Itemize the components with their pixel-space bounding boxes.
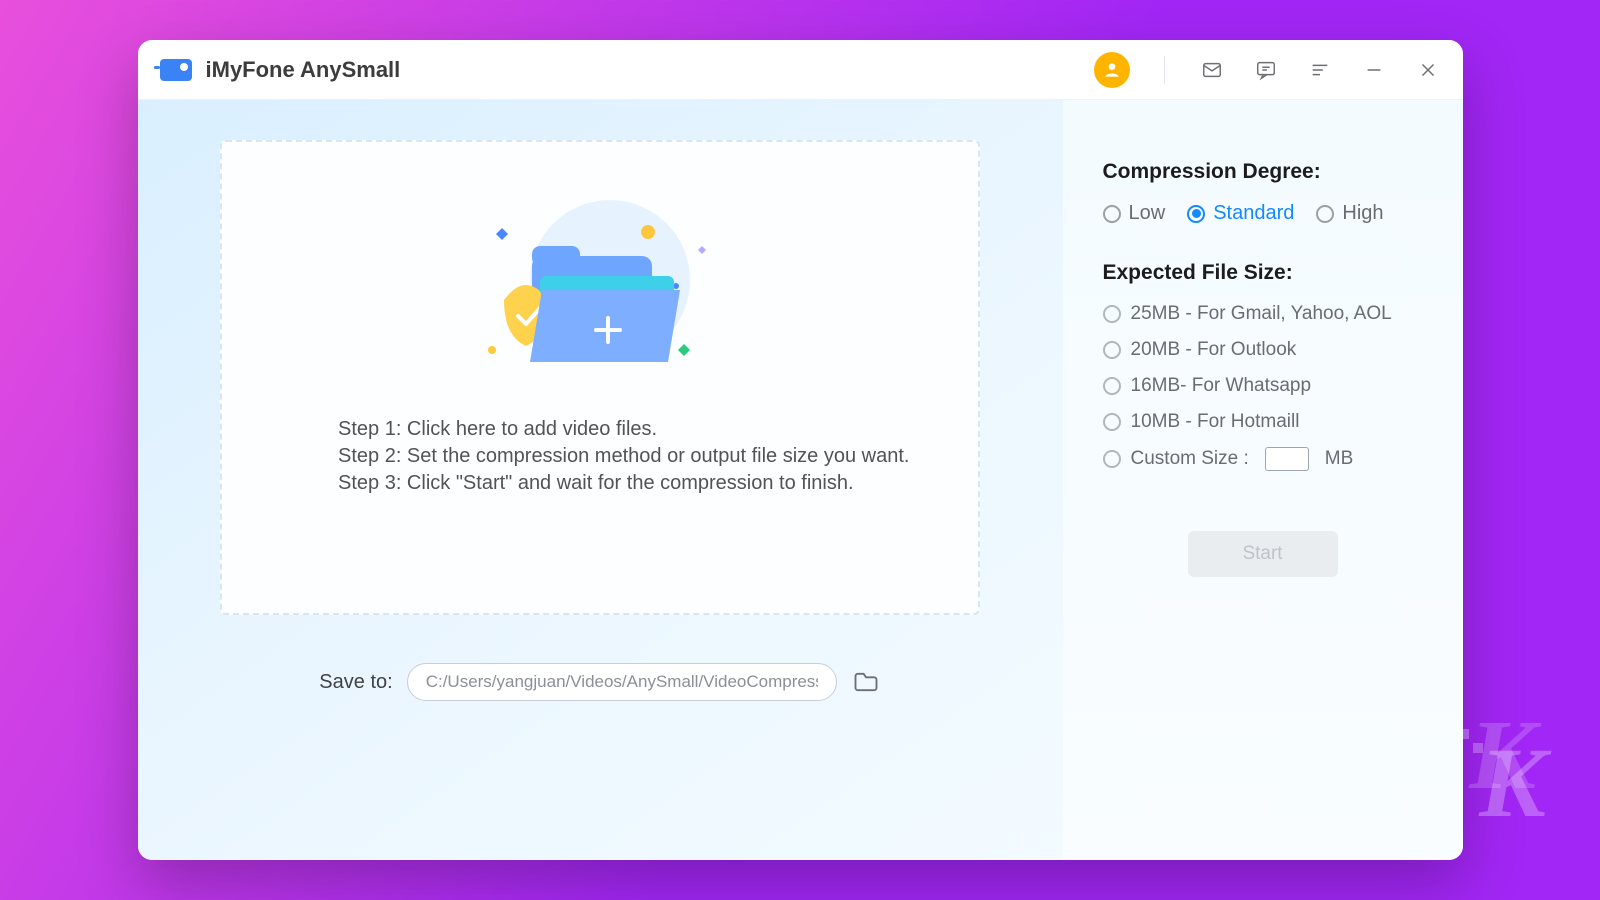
radio-label: Standard <box>1213 202 1294 225</box>
custom-size-prefix: Custom Size : <box>1131 448 1249 470</box>
save-to-label: Save to: <box>319 671 392 694</box>
feedback-icon[interactable] <box>1253 57 1279 83</box>
save-path-input[interactable] <box>407 663 837 701</box>
folder-illustration-icon <box>470 190 730 380</box>
titlebar-separator <box>1164 56 1165 84</box>
mail-icon[interactable] <box>1199 57 1225 83</box>
step-1-text: Step 1: Click here to add video files. <box>338 418 909 441</box>
file-size-option-20mb[interactable]: 20MB - For Outlook <box>1103 339 1423 361</box>
radio-icon <box>1316 205 1334 223</box>
radio-icon <box>1103 377 1121 395</box>
file-size-option-25mb[interactable]: 25MB - For Gmail, Yahoo, AOL <box>1103 303 1423 325</box>
custom-size-input[interactable] <box>1265 447 1309 471</box>
file-size-options: 25MB - For Gmail, Yahoo, AOL 20MB - For … <box>1103 303 1423 471</box>
settings-sidebar: Compression Degree: Low Standard High Ex… <box>1063 100 1463 860</box>
step-2-text: Step 2: Set the compression method or ou… <box>338 445 909 468</box>
file-size-option-10mb[interactable]: 10MB - For Hotmaill <box>1103 411 1423 433</box>
radio-icon <box>1103 413 1121 431</box>
expected-file-size-heading: Expected File Size: <box>1103 261 1423 285</box>
compression-option-low[interactable]: Low <box>1103 202 1166 225</box>
radio-label: 16MB- For Whatsapp <box>1131 375 1312 397</box>
radio-icon <box>1103 205 1121 223</box>
save-path-row: Save to: <box>319 663 880 701</box>
menu-icon[interactable] <box>1307 57 1333 83</box>
app-title: iMyFone AnySmall <box>206 57 401 83</box>
radio-icon <box>1103 305 1121 323</box>
app-window: iMyFone AnySmall <box>138 40 1463 860</box>
compression-option-standard[interactable]: Standard <box>1187 202 1294 225</box>
radio-icon <box>1103 341 1121 359</box>
compression-degree-options: Low Standard High <box>1103 202 1423 225</box>
app-logo-icon <box>160 59 192 81</box>
compression-option-high[interactable]: High <box>1316 202 1383 225</box>
custom-size-suffix: MB <box>1325 448 1354 470</box>
radio-icon <box>1187 205 1205 223</box>
minimize-button[interactable] <box>1361 57 1387 83</box>
radio-icon <box>1103 450 1121 468</box>
main-panel: Step 1: Click here to add video files. S… <box>138 100 1063 860</box>
browse-folder-button[interactable] <box>851 668 881 696</box>
close-button[interactable] <box>1415 57 1441 83</box>
window-body: Step 1: Click here to add video files. S… <box>138 100 1463 860</box>
user-avatar-icon[interactable] <box>1094 52 1130 88</box>
titlebar: iMyFone AnySmall <box>138 40 1463 100</box>
radio-label: 25MB - For Gmail, Yahoo, AOL <box>1131 303 1392 325</box>
radio-label: High <box>1342 202 1383 225</box>
radio-label: 10MB - For Hotmaill <box>1131 411 1300 433</box>
file-size-option-16mb[interactable]: 16MB- For Whatsapp <box>1103 375 1423 397</box>
compression-degree-heading: Compression Degree: <box>1103 160 1423 184</box>
step-3-text: Step 3: Click "Start" and wait for the c… <box>338 472 909 495</box>
watermark-icon: K <box>1479 725 1540 840</box>
start-button[interactable]: Start <box>1188 531 1338 577</box>
radio-label: 20MB - For Outlook <box>1131 339 1297 361</box>
instruction-steps: Step 1: Click here to add video files. S… <box>282 414 909 499</box>
add-files-dropzone[interactable]: Step 1: Click here to add video files. S… <box>220 140 980 615</box>
file-size-option-custom[interactable]: Custom Size : MB <box>1103 447 1423 471</box>
radio-label: Low <box>1129 202 1166 225</box>
